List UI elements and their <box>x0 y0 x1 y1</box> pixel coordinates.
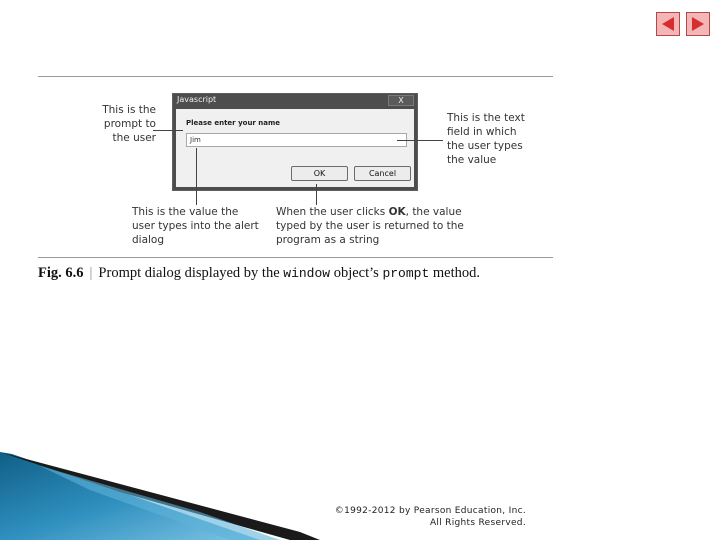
leader-line-prompt <box>153 130 183 131</box>
caption-text-before: Prompt dialog displayed by the <box>98 265 284 281</box>
callout-ok-text-before: When the user clicks <box>276 206 389 218</box>
dialog-title: Javascript <box>177 95 217 104</box>
copyright-line-2: All Rights Reserved. <box>429 518 526 528</box>
figure-top-rule <box>38 76 553 77</box>
dialog-body: Please enter your name Jim OK Cancel <box>176 109 414 187</box>
copyright-notice: ©1992-2012 by Pearson Education, Inc. Al… <box>300 505 526 529</box>
close-icon: X <box>398 96 404 105</box>
prompt-dialog: Javascript X Please enter your name Jim … <box>172 93 418 191</box>
copyright-line-1: ©1992-2012 by Pearson Education, Inc. <box>334 506 526 516</box>
cancel-button[interactable]: Cancel <box>354 166 411 181</box>
callout-ok-clicked: When the user clicks OK, the value typed… <box>276 205 476 247</box>
previous-slide-button[interactable] <box>656 12 680 36</box>
callout-ok-key: OK <box>388 206 406 218</box>
caption-code-prompt: prompt <box>382 266 430 281</box>
arrow-right-icon <box>692 17 704 31</box>
dialog-titlebar: Javascript X <box>173 94 417 108</box>
leader-line-text-field <box>397 140 443 141</box>
close-button[interactable]: X <box>388 95 414 106</box>
caption-separator: | <box>89 265 93 281</box>
figure-bottom-rule <box>38 257 553 258</box>
callout-value-typed: This is the value the user types into th… <box>132 206 259 246</box>
arrow-left-icon <box>662 17 674 31</box>
callout-text-field: This is the text field in which the user… <box>447 112 525 166</box>
caption-text-middle: object’s <box>330 265 383 281</box>
caption-text-after: method. <box>429 265 481 281</box>
callout-prompt: This is the prompt to the user <box>102 104 156 144</box>
figure-number: Fig. 6.6 <box>38 265 84 281</box>
caption-code-window: window <box>283 266 331 281</box>
leader-line-ok <box>316 184 317 205</box>
prompt-text-field[interactable]: Jim <box>186 133 407 147</box>
decorative-swoosh <box>0 452 320 540</box>
leader-line-value <box>196 148 197 205</box>
figure-caption: Fig. 6.6 | Prompt dialog displayed by the … <box>38 262 553 285</box>
ok-button[interactable]: OK <box>291 166 348 181</box>
prompt-message: Please enter your name <box>186 119 281 127</box>
next-slide-button[interactable] <box>686 12 710 36</box>
